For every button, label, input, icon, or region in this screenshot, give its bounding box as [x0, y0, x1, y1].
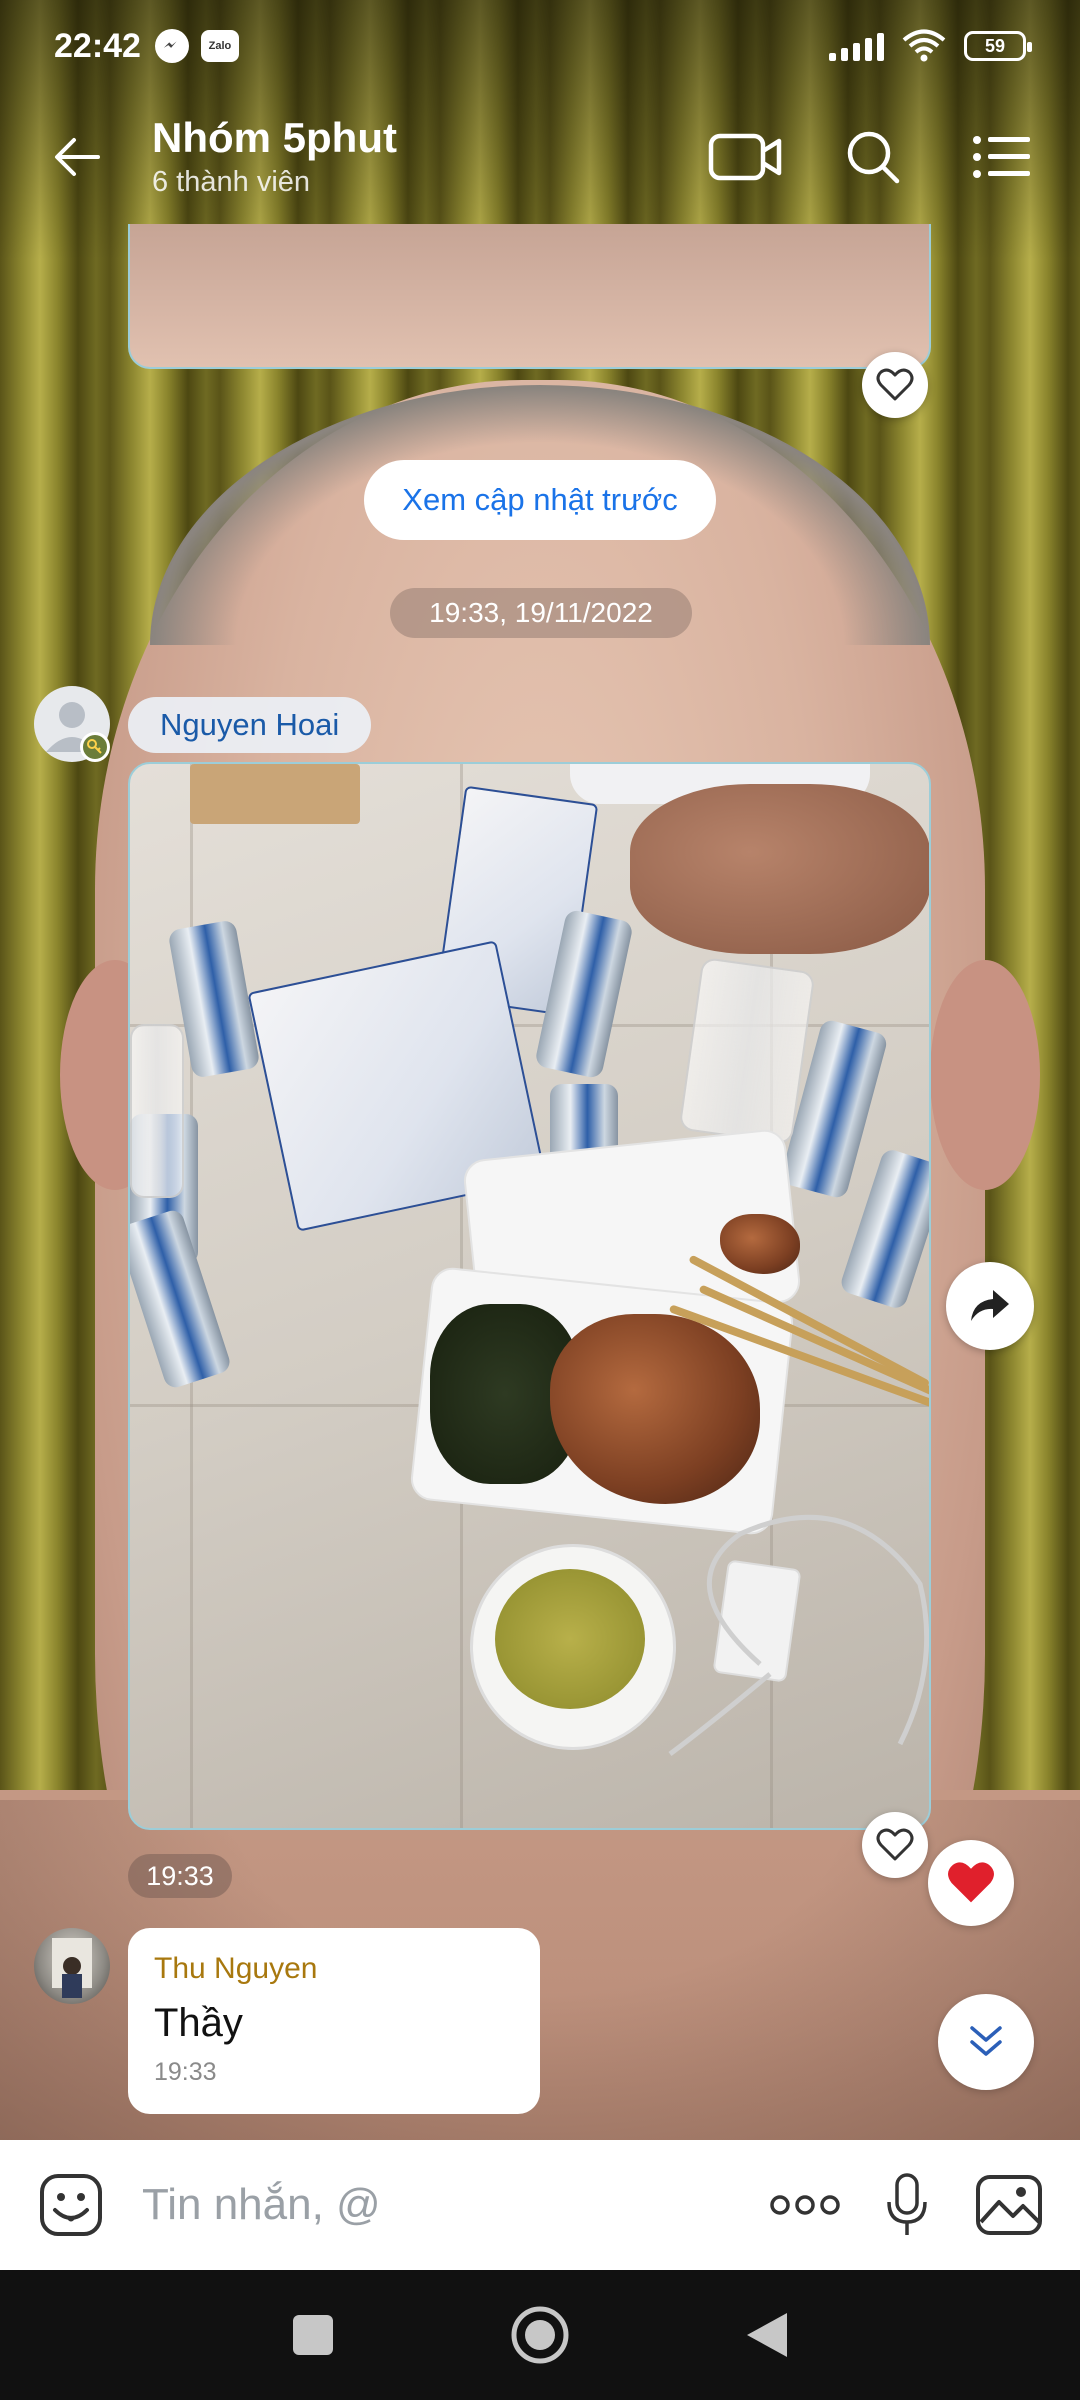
system-back-button[interactable]	[722, 2290, 812, 2380]
send-image-button[interactable]	[964, 2160, 1054, 2250]
charger-cable	[668, 1514, 929, 1756]
group-title: Nhóm 5phut	[152, 114, 397, 161]
voice-message-button[interactable]	[862, 2160, 952, 2250]
message-input[interactable]	[140, 2179, 748, 2231]
key-badge-icon	[80, 732, 110, 762]
menu-button[interactable]	[956, 112, 1046, 202]
wifi-icon	[902, 29, 946, 62]
plastic-cup	[678, 956, 816, 1146]
zalo-icon: Zalo	[200, 30, 239, 62]
emoji-icon	[40, 2174, 102, 2236]
like-button[interactable]	[862, 1812, 928, 1878]
status-time: 22:42	[54, 26, 141, 65]
status-bar: 22:42 Zalo 59	[0, 0, 1080, 92]
sender-name: Nguyen Hoai	[128, 697, 372, 753]
date-separator: 19:33, 19/11/2022	[390, 588, 692, 638]
heart-reaction[interactable]	[928, 1840, 1014, 1926]
text-message-bubble[interactable]: Thu Nguyen Thầy 19:33	[128, 1928, 540, 2114]
messenger-icon	[154, 29, 189, 63]
battery-indicator: 59	[964, 31, 1032, 61]
emoji-button[interactable]	[26, 2160, 116, 2250]
circle-home-icon	[511, 2306, 569, 2364]
forward-share-icon	[971, 1290, 1009, 1321]
system-navigation-bar	[0, 2270, 1080, 2400]
green-sauce	[495, 1569, 645, 1709]
chat-title-block[interactable]: Nhóm 5phut 6 thành viên	[152, 113, 397, 201]
avatar[interactable]	[34, 1928, 110, 2004]
message-composer	[0, 2140, 1080, 2270]
photo-message[interactable]	[128, 762, 931, 1830]
video-call-icon	[708, 133, 782, 181]
heart-outline-icon	[876, 368, 914, 401]
scroll-to-bottom-button[interactable]	[938, 1994, 1034, 2090]
video-call-button[interactable]	[700, 112, 790, 202]
double-chevron-down-icon	[970, 2026, 1002, 2056]
user-photo-avatar	[52, 1938, 92, 1998]
home-button[interactable]	[495, 2290, 585, 2380]
image-icon	[976, 2175, 1042, 2235]
recents-button[interactable]	[268, 2290, 358, 2380]
back-button[interactable]	[32, 112, 122, 202]
more-icon	[770, 2195, 840, 2215]
heart-outline-icon	[876, 1828, 914, 1861]
message-text: Thầy	[154, 2001, 243, 2045]
search-button[interactable]	[828, 112, 918, 202]
cardboard-piece	[190, 764, 360, 824]
like-button-previous[interactable]	[862, 352, 928, 418]
search-icon	[847, 131, 900, 184]
triangle-back-icon	[746, 2313, 787, 2357]
sender-name: Thu Nguyen	[154, 1952, 318, 1985]
member-count: 6 thành viên	[152, 166, 311, 198]
hands	[630, 784, 929, 954]
back-arrow-icon	[55, 138, 100, 176]
more-options-button[interactable]	[760, 2160, 850, 2250]
heart-filled-icon	[948, 1862, 994, 1903]
forward-button[interactable]	[946, 1262, 1034, 1350]
menu-list-icon	[973, 136, 1030, 178]
microphone-icon	[887, 2173, 927, 2235]
plastic-cup	[130, 1024, 184, 1198]
cellular-signal-icon	[829, 31, 884, 61]
message-time: 19:33	[154, 2058, 217, 2086]
load-previous-button[interactable]: Xem cập nhật trước	[364, 460, 716, 540]
previous-photo-message[interactable]	[128, 224, 931, 369]
beer-can	[130, 1207, 233, 1391]
message-time: 19:33	[128, 1854, 232, 1898]
chat-header: Nhóm 5phut 6 thành viên	[0, 92, 1080, 222]
battery-level: 59	[984, 35, 1006, 56]
square-recents-icon	[293, 2315, 334, 2355]
